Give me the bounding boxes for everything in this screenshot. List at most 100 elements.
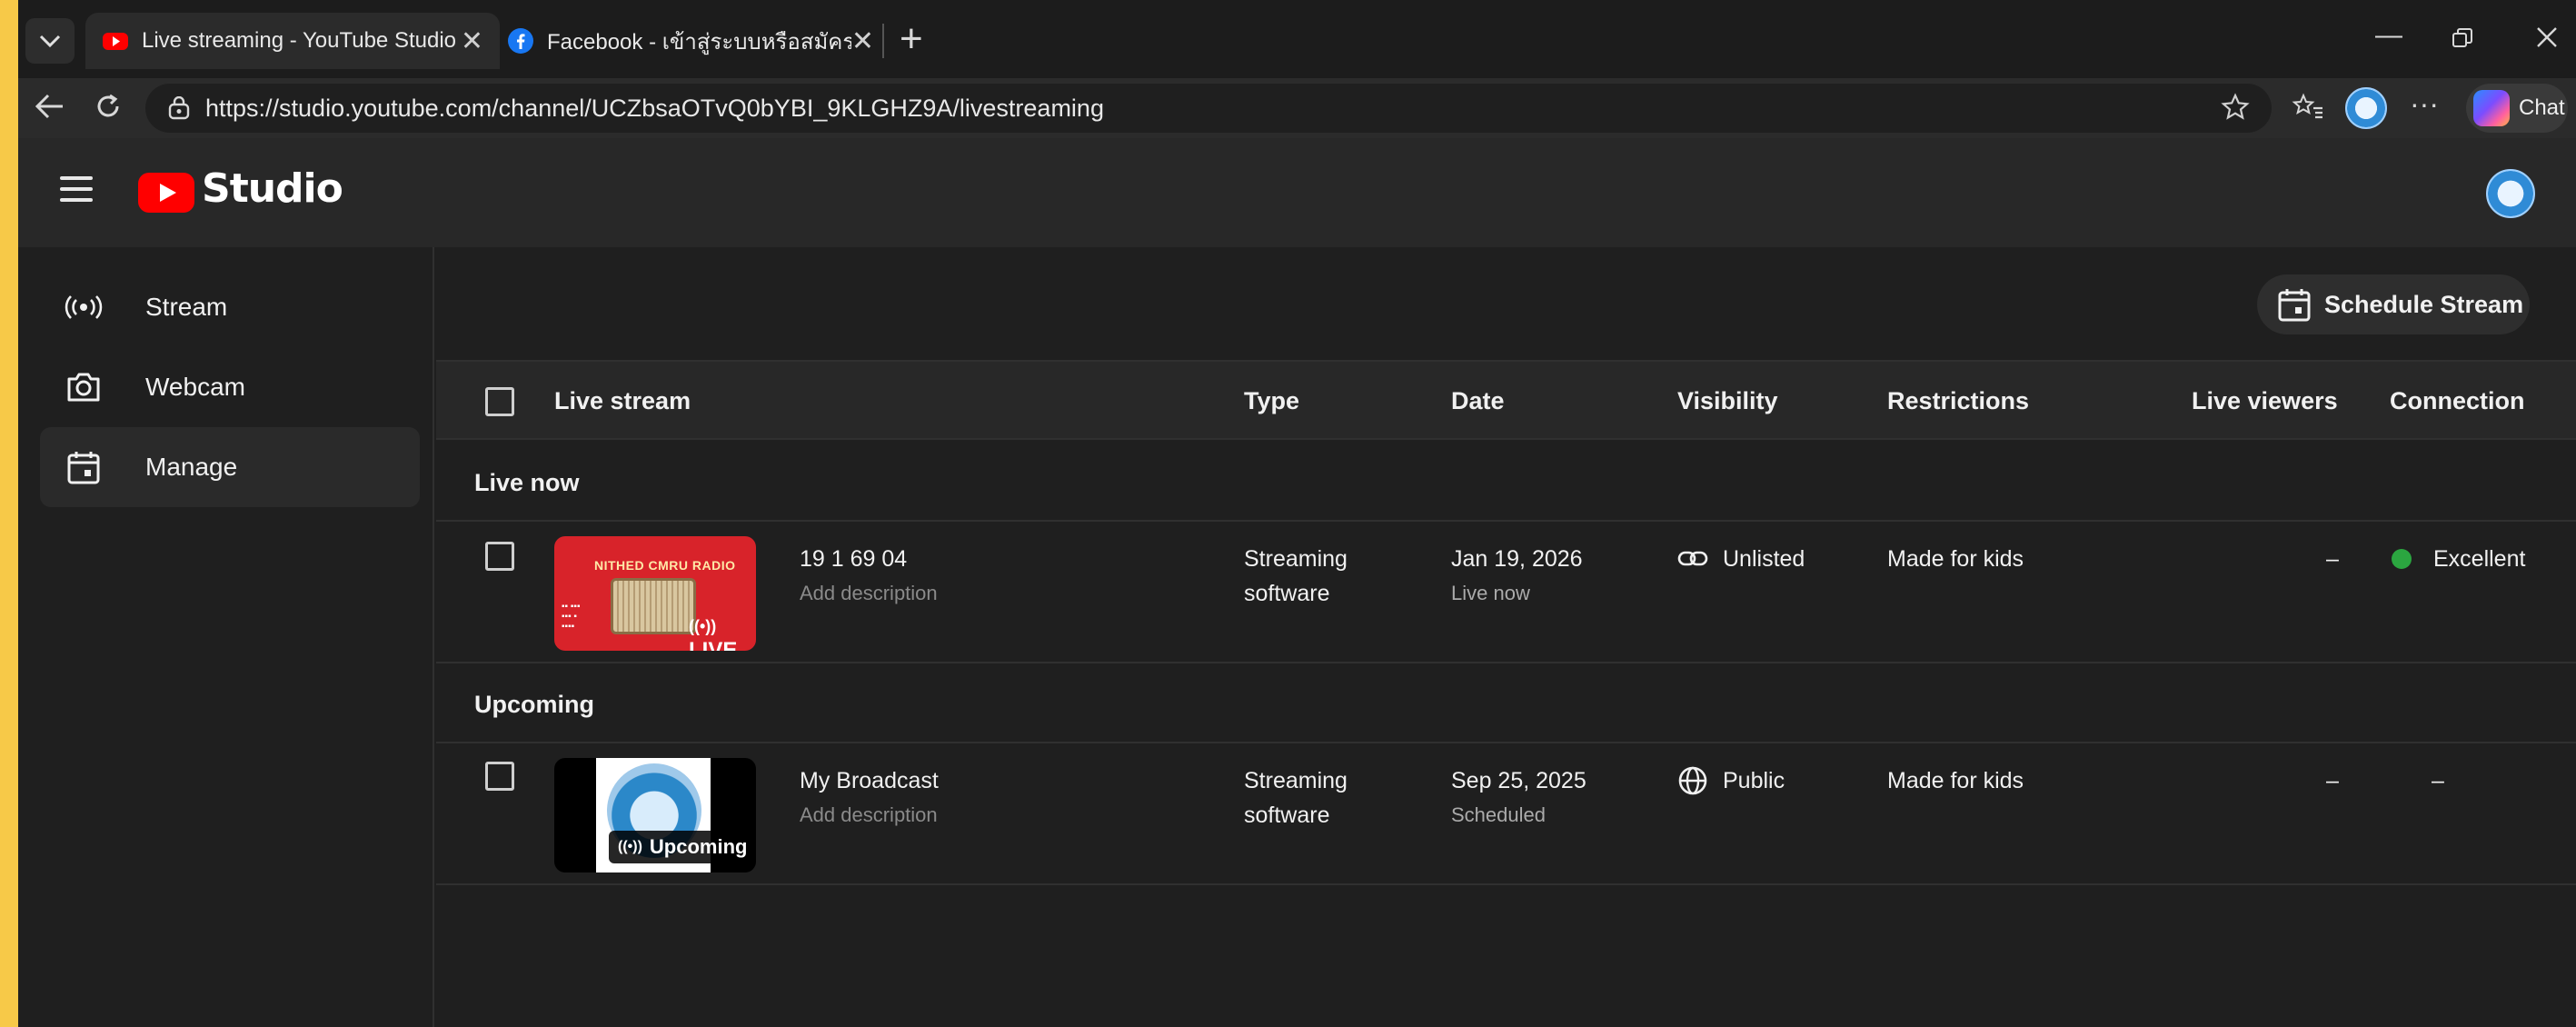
connection-cell: – — [2432, 768, 2444, 793]
divider — [436, 883, 2576, 885]
broadcast-badge-icon: ((•)) — [689, 617, 717, 635]
url-text: https://studio.youtube.com/channel/UCZbs… — [205, 94, 1104, 122]
studio-header: Studio — [18, 138, 2576, 247]
favorites-icon[interactable] — [2292, 93, 2324, 122]
date-value: Sep 25, 2025 — [1451, 768, 1586, 793]
copilot-chat-button[interactable]: Chat — [2466, 84, 2568, 133]
calendar-icon — [2277, 286, 2312, 323]
calendar-icon — [62, 449, 105, 485]
stream-title-cell[interactable]: 19 1 69 04 Add description — [800, 542, 938, 611]
stream-title[interactable]: 19 1 69 04 — [800, 542, 938, 576]
camera-icon — [62, 371, 105, 404]
back-arrow-icon[interactable] — [35, 93, 65, 120]
thumbnail-fine-print: ▪▪ ▪▪▪ ▪▪▪ ▪ ▪▪▪▪ — [562, 602, 581, 632]
connection-cell: Excellent — [2392, 542, 2525, 576]
row-checkbox[interactable] — [485, 542, 514, 571]
date-cell: Sep 25, 2025 Scheduled — [1451, 763, 1586, 833]
close-tab-icon[interactable]: ✕ — [461, 25, 483, 57]
divider — [436, 520, 2576, 522]
address-bar[interactable]: https://studio.youtube.com/channel/UCZbs… — [145, 84, 2272, 133]
sidebar-item-label: Stream — [145, 293, 228, 321]
main-content: Schedule Stream Live stream Type Date Vi… — [436, 247, 2576, 1027]
column-header-visibility[interactable]: Visibility — [1677, 387, 1778, 415]
facebook-favicon-icon — [508, 28, 533, 54]
date-status: Live now — [1451, 582, 1530, 604]
live-viewers-cell: – — [2326, 546, 2339, 572]
channel-avatar[interactable] — [2486, 169, 2535, 218]
copilot-icon — [2473, 90, 2510, 126]
restrictions-cell: Made for kids — [1887, 546, 2024, 572]
date-cell: Jan 19, 2026 Live now — [1451, 542, 1583, 611]
tab-title: Live streaming - YouTube Studio — [142, 28, 456, 53]
column-header-live-viewers[interactable]: Live viewers — [2192, 387, 2338, 415]
browser-profile-avatar[interactable] — [2345, 87, 2387, 129]
more-options-icon[interactable]: ··· — [2410, 87, 2439, 121]
connection-value: Excellent — [2433, 546, 2526, 572]
youtube-logo-icon[interactable] — [138, 173, 194, 213]
visibility-value: Public — [1723, 768, 1785, 793]
live-badge: ((•)) LIVE — [689, 617, 738, 651]
upcoming-badge: ((•)) Upcoming — [609, 831, 756, 863]
divider — [436, 662, 2576, 663]
globe-icon — [1678, 766, 1707, 795]
address-row: https://studio.youtube.com/channel/UCZbs… — [18, 78, 2576, 138]
minimize-button[interactable]: — — [2375, 20, 2402, 51]
studio-brand[interactable]: Studio — [202, 165, 343, 212]
sidebar-item-webcam[interactable]: Webcam — [40, 347, 420, 427]
tab-title: Facebook - เข้าสู่ระบบหรือสมัครใช้งาน — [547, 29, 851, 55]
browser-window: Live streaming - YouTube Studio ✕ Facebo… — [18, 0, 2576, 1027]
add-description-link[interactable]: Add description — [800, 798, 939, 833]
chevron-down-icon — [39, 35, 61, 48]
sidebar-item-manage[interactable]: Manage — [40, 427, 420, 507]
column-header-date[interactable]: Date — [1451, 387, 1505, 415]
add-description-link[interactable]: Add description — [800, 576, 938, 611]
live-broadcast-icon — [62, 294, 105, 321]
tab-strip: Live streaming - YouTube Studio ✕ Facebo… — [18, 0, 2576, 78]
date-status: Scheduled — [1451, 803, 1546, 826]
visibility-value: Unlisted — [1723, 546, 1805, 572]
restore-icon[interactable] — [2452, 27, 2473, 49]
column-header-restrictions[interactable]: Restrictions — [1887, 387, 2029, 415]
schedule-stream-label: Schedule Stream — [2324, 290, 2524, 318]
column-header-live-stream[interactable]: Live stream — [554, 387, 691, 415]
stream-title[interactable]: My Broadcast — [800, 763, 939, 798]
divider — [436, 742, 2576, 743]
link-icon — [1677, 551, 1708, 566]
stream-thumbnail[interactable]: NITHED CMRU RADIO ▪▪ ▪▪▪ ▪▪▪ ▪ ▪▪▪▪ ((•)) … — [554, 536, 756, 651]
live-viewers-cell: – — [2326, 768, 2339, 793]
tab-youtube-studio[interactable]: Live streaming - YouTube Studio ✕ — [85, 13, 500, 69]
type-cell: Streaming software — [1244, 546, 1348, 606]
stream-thumbnail[interactable]: ((•)) Upcoming — [554, 758, 756, 872]
close-window-icon[interactable] — [2535, 25, 2559, 49]
select-all-checkbox[interactable] — [485, 387, 514, 416]
hamburger-menu-icon[interactable] — [60, 176, 93, 209]
refresh-icon[interactable] — [94, 93, 122, 120]
restrictions-cell: Made for kids — [1887, 768, 2024, 793]
section-label-upcoming: Upcoming — [474, 691, 594, 718]
connection-status-dot — [2392, 549, 2412, 569]
visibility-cell[interactable]: Unlisted — [1677, 542, 1805, 576]
column-header-connection[interactable]: Connection — [2390, 387, 2525, 415]
stream-title-cell[interactable]: My Broadcast Add description — [800, 763, 939, 833]
tab-facebook[interactable]: Facebook - เข้าสู่ระบบหรือสมัครใช้งาน ✕ — [491, 13, 890, 69]
close-tab-icon[interactable]: ✕ — [851, 25, 874, 57]
new-tab-button[interactable]: + — [900, 16, 923, 62]
visibility-cell[interactable]: Public — [1677, 763, 1785, 798]
row-checkbox[interactable] — [485, 762, 514, 791]
radio-illustration — [611, 578, 696, 634]
youtube-favicon-icon — [103, 33, 128, 50]
type-cell: Streaming software — [1244, 768, 1348, 828]
table-header: Live stream Type Date Visibility Restric… — [436, 360, 2576, 440]
tab-divider — [882, 24, 884, 58]
column-header-type[interactable]: Type — [1244, 387, 1299, 415]
favorite-star-icon[interactable] — [2221, 93, 2250, 122]
date-value: Jan 19, 2026 — [1451, 546, 1583, 572]
broadcast-badge-icon: ((•)) — [618, 839, 642, 854]
sidebar-item-stream[interactable]: Stream — [40, 267, 420, 347]
sidebar: Stream Webcam Manage — [18, 247, 434, 1027]
schedule-stream-button[interactable]: Schedule Stream — [2257, 274, 2530, 334]
site-info-lock-icon[interactable] — [167, 96, 191, 120]
thumbnail-text: NITHED CMRU RADIO — [594, 558, 736, 573]
chat-label: Chat — [2519, 95, 2565, 120]
tab-actions-button[interactable] — [25, 18, 75, 64]
